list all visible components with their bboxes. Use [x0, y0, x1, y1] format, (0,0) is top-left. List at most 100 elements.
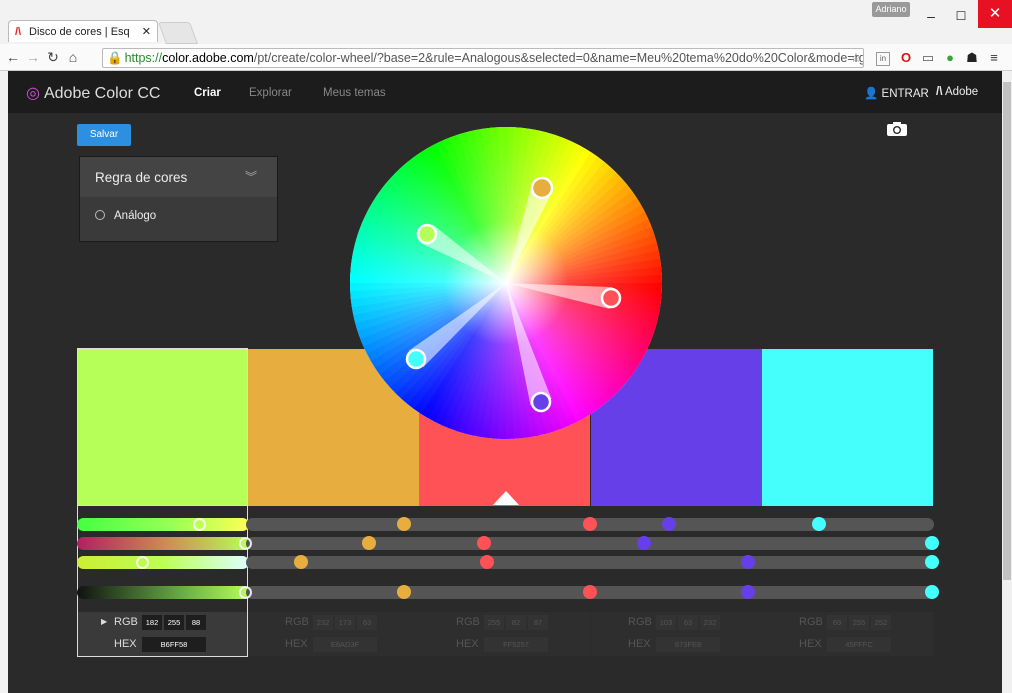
slider-color-dot[interactable]	[362, 536, 376, 550]
rgb-value-field[interactable]: 255	[484, 615, 504, 630]
hex-value-field[interactable]: E8AD3F	[313, 637, 377, 652]
wheel-handle[interactable]	[600, 287, 622, 309]
slider-color-dot[interactable]	[812, 517, 826, 531]
url-scheme: https://	[124, 51, 163, 65]
expand-arrow-icon[interactable]: ▶	[101, 617, 107, 626]
rgb-value-field[interactable]: 87	[528, 615, 548, 630]
user-icon: 👤	[864, 88, 879, 100]
color-slider-track[interactable]	[246, 556, 934, 569]
wheel-handle[interactable]	[530, 176, 554, 200]
rgb-label: RGB	[456, 616, 480, 628]
rgb-value-field[interactable]: 182	[142, 615, 162, 630]
rgb-value-field[interactable]: 63	[357, 615, 377, 630]
app-navbar: ◎ Adobe Color CC Criar Explorar Meus tema…	[8, 71, 1002, 113]
sign-in-link[interactable]: 👤 ENTRAR	[864, 86, 929, 100]
bookmark-star-icon[interactable]: ☆	[848, 50, 864, 66]
hex-value-field[interactable]: 45FFFC	[827, 637, 891, 652]
window-close-button[interactable]: ✕	[978, 0, 1012, 28]
slider-handle[interactable]	[239, 537, 252, 550]
browser-tab[interactable]: /\ Disco de cores | Esquemas ✕	[8, 20, 158, 42]
nav-explore[interactable]: Explorar	[249, 87, 292, 99]
rgb-value-field[interactable]: 63	[678, 615, 698, 630]
chevron-double-down-icon[interactable]: ︾	[245, 168, 257, 185]
rgb-value-field[interactable]: 82	[506, 615, 526, 630]
hex-label: HEX	[628, 638, 651, 650]
slider-color-dot[interactable]	[583, 517, 597, 531]
color-wheel[interactable]	[350, 127, 662, 439]
rule-option-analogous[interactable]: Análogo	[95, 210, 156, 222]
slider-color-dot[interactable]	[662, 517, 676, 531]
tab-title: Disco de cores | Esquemas	[29, 26, 129, 38]
selected-color-slider[interactable]	[77, 518, 249, 531]
tab-close-icon[interactable]: ✕	[142, 21, 151, 43]
rgb-value-field[interactable]: 255	[164, 615, 184, 630]
maximize-button[interactable]: ☐	[946, 5, 976, 27]
slider-color-dot[interactable]	[583, 585, 597, 599]
hex-value-field[interactable]: FF5257	[484, 637, 548, 652]
color-rule-title: Regra de cores	[95, 170, 188, 185]
url-domain: color.adobe.com	[162, 51, 254, 65]
rgb-label: RGB	[114, 616, 138, 628]
menu-icon[interactable]: ≡	[986, 50, 1002, 66]
rgb-value-field[interactable]: 255	[849, 615, 869, 630]
scrollbar-thumb[interactable]	[1003, 82, 1011, 580]
cast-icon[interactable]: ▭	[920, 50, 936, 66]
rgb-value-field[interactable]: 88	[186, 615, 206, 630]
slider-color-dot[interactable]	[294, 555, 308, 569]
save-button[interactable]: Salvar	[77, 124, 131, 146]
wheel-handle[interactable]	[416, 223, 438, 245]
adobe-logo-icon: /\	[936, 86, 943, 98]
brand-logo[interactable]: ◎ Adobe Color CC	[26, 83, 160, 103]
camera-icon[interactable]	[886, 121, 908, 137]
slider-color-dot[interactable]	[397, 517, 411, 531]
rgb-value-field[interactable]: 173	[335, 615, 355, 630]
slider-color-dot[interactable]	[637, 536, 651, 550]
slider-color-dot[interactable]	[925, 585, 939, 599]
slider-handle[interactable]	[239, 586, 252, 599]
opera-icon[interactable]: O	[898, 50, 914, 66]
color-swatch[interactable]	[77, 349, 248, 506]
profile-badge[interactable]: Adriano	[872, 2, 910, 17]
home-icon[interactable]: ⌂	[64, 49, 82, 65]
selected-color-slider[interactable]	[77, 586, 249, 599]
reload-icon[interactable]: ↻	[44, 49, 62, 66]
nav-my-themes[interactable]: Meus temas	[323, 87, 386, 99]
color-info-panel: RGB HEX 232 173 63 E8AD3F	[248, 612, 419, 656]
slider-color-dot[interactable]	[925, 555, 939, 569]
rgb-value-field[interactable]: 252	[871, 615, 891, 630]
hex-value-field[interactable]: 673FE8	[656, 637, 720, 652]
url-field[interactable]: 🔒 https://color.adobe.com/pt/create/color…	[102, 48, 864, 68]
forward-arrow-icon[interactable]: →	[24, 49, 42, 65]
color-swatch[interactable]	[762, 349, 933, 506]
back-arrow-icon[interactable]: ←	[4, 49, 22, 65]
slider-color-dot[interactable]	[397, 585, 411, 599]
slider-color-dot[interactable]	[925, 536, 939, 550]
rgb-value-field[interactable]: 103	[656, 615, 676, 630]
wheel-handle[interactable]	[405, 348, 427, 370]
selected-color-slider[interactable]	[77, 556, 249, 569]
rgb-label: RGB	[799, 616, 823, 628]
slider-handle[interactable]	[136, 556, 149, 569]
slider-color-dot[interactable]	[477, 536, 491, 550]
color-rule-header[interactable]: Regra de cores ︾	[80, 157, 277, 197]
sign-in-label: ENTRAR	[881, 88, 929, 100]
extension-icon[interactable]: in	[876, 52, 890, 66]
rgb-value-field[interactable]: 69	[827, 615, 847, 630]
color-info-panel: RGB HEX 69 255 252 45FFFC	[762, 612, 933, 656]
slider-color-dot[interactable]	[480, 555, 494, 569]
minimize-button[interactable]: –	[916, 5, 946, 27]
slider-handle[interactable]	[193, 518, 206, 531]
hex-value-field[interactable]: B6FF58	[142, 637, 206, 652]
ghostery-icon[interactable]: ☗	[964, 50, 980, 66]
nav-create[interactable]: Criar	[194, 87, 221, 99]
selected-color-slider[interactable]	[77, 537, 249, 550]
rgb-value-field[interactable]: 232	[313, 615, 333, 630]
slider-color-dot[interactable]	[741, 585, 755, 599]
wheel-handle[interactable]	[530, 391, 552, 413]
rgb-value-field[interactable]: 232	[700, 615, 720, 630]
evernote-icon[interactable]: ●	[942, 50, 958, 66]
slider-color-dot[interactable]	[741, 555, 755, 569]
adobe-link[interactable]: /\ Adobe	[936, 86, 978, 98]
color-slider-track[interactable]	[246, 537, 934, 550]
color-wheel-logo-icon: ◎	[26, 85, 40, 102]
